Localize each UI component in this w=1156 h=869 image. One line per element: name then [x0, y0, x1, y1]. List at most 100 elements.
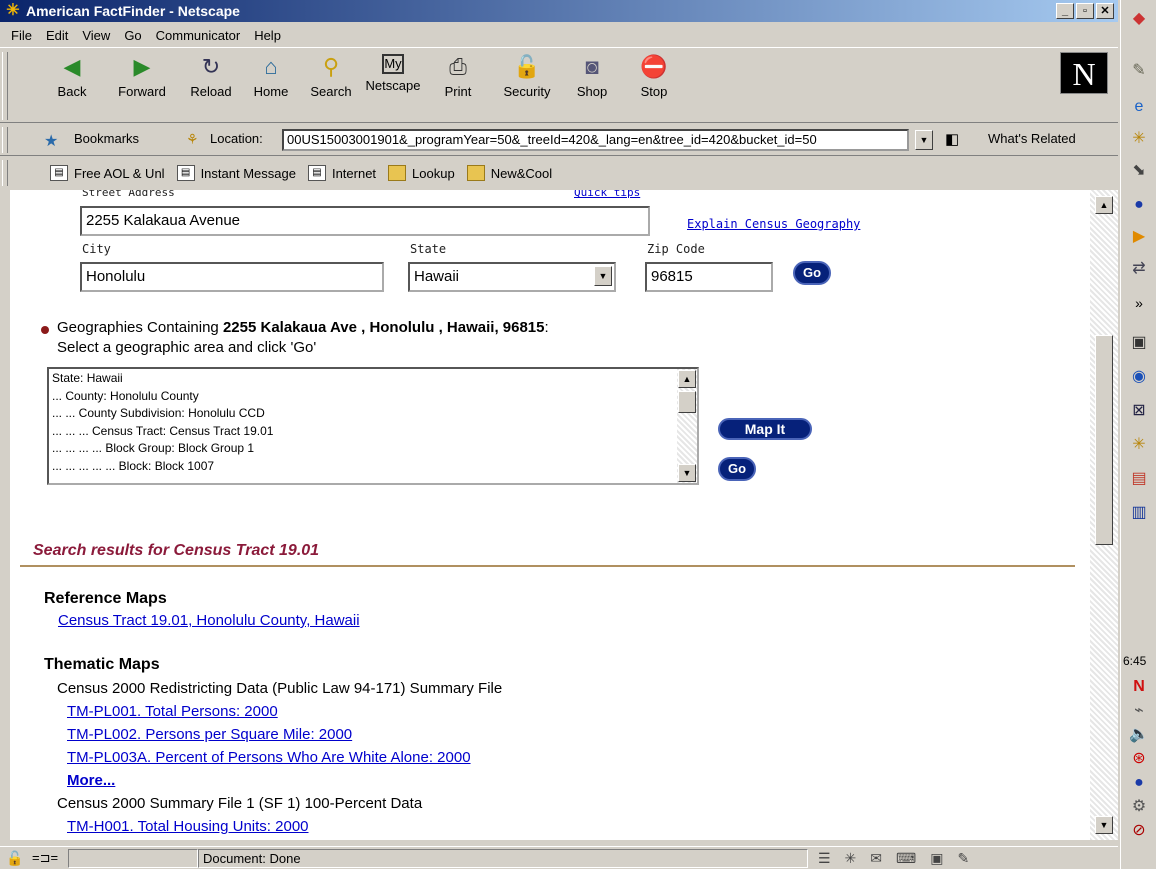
pb-instant-message[interactable]: ▤ Instant Message	[176, 165, 296, 181]
netscape-star-icon[interactable]: ✳	[1128, 128, 1150, 150]
list-item[interactable]: ... ... ... ... Block Group: Block Group…	[52, 440, 694, 458]
shortcut-icon[interactable]: ✎	[1128, 60, 1150, 82]
menu-help[interactable]: Help	[247, 28, 288, 43]
geography-listbox[interactable]: State: Hawaii ... County: Honolulu Count…	[47, 367, 699, 485]
window-title-bar: ✳ American FactFinder - Netscape _ ▫ ✕	[0, 0, 1118, 22]
pb-lookup[interactable]: Lookup	[388, 165, 455, 181]
reference-map-link[interactable]: Census Tract 19.01, Honolulu County, Haw…	[58, 612, 360, 629]
home-label: Home	[253, 84, 289, 99]
location-url-input[interactable]: 00US15003001901&_programYear=50&_treeId=…	[282, 129, 909, 151]
sf1-dataset-label: Census 2000 Summary File 1 (SF 1) 100-Pe…	[57, 795, 423, 812]
shortcut-icon[interactable]: ⬊	[1128, 160, 1150, 182]
list-item[interactable]: State: Hawaii	[52, 370, 694, 388]
security-status-icon[interactable]: 🔓	[0, 850, 32, 867]
taskbar-window-icon[interactable]: ✳	[1128, 434, 1150, 456]
reload-label: Reload	[190, 84, 232, 99]
listbox-scroll-thumb[interactable]	[678, 391, 696, 413]
tray-icon[interactable]: ⊘	[1128, 820, 1150, 842]
toolbar-grip[interactable]	[2, 52, 8, 120]
netscape-star-icon: ✳	[6, 2, 20, 19]
list-item[interactable]: ... ... County Subdivision: Honolulu CCD	[52, 405, 694, 423]
maximize-button[interactable]: ▫	[1076, 3, 1094, 19]
menu-bar: File Edit View Go Communicator Help	[0, 24, 1118, 46]
taskbar-window-icon[interactable]: ▣	[1128, 332, 1150, 354]
thematic-map-link[interactable]: TM-PL003A. Percent of Persons Who Are Wh…	[67, 749, 471, 766]
tray-icon[interactable]: ●	[1128, 772, 1150, 794]
chevron-down-icon[interactable]: ▼	[594, 266, 612, 286]
taskbar-window-icon[interactable]: ⊠	[1128, 400, 1150, 422]
component-bar-icons[interactable]: ☰✳✉⌨▣✎	[818, 850, 983, 867]
tray-icon[interactable]: ⌁	[1128, 700, 1150, 722]
menu-file[interactable]: File	[4, 28, 39, 43]
security-button[interactable]: 🔓 Security	[495, 54, 559, 99]
menu-communicator[interactable]: Communicator	[149, 28, 248, 43]
tray-icon[interactable]: ⊛	[1128, 748, 1150, 770]
more-chevron-icon[interactable]: »	[1128, 292, 1150, 314]
menu-go[interactable]: Go	[117, 28, 148, 43]
state-select[interactable]: Hawaii ▼	[408, 262, 616, 292]
personal-grip[interactable]	[2, 160, 8, 186]
explain-census-geography-link[interactable]: Explain Census Geography	[687, 217, 860, 231]
whats-related-button[interactable]: What's Related	[988, 131, 1076, 146]
menu-view[interactable]: View	[75, 28, 117, 43]
geography-go-button[interactable]: Go	[718, 457, 756, 481]
taskbar-window-icon[interactable]: ▤	[1128, 468, 1150, 490]
thematic-map-link[interactable]: TM-PL002. Persons per Square Mile: 2000	[67, 726, 352, 743]
scroll-down-icon[interactable]: ▼	[678, 464, 696, 482]
thematic-map-link[interactable]: TM-PL001. Total Persons: 2000	[67, 703, 278, 720]
scroll-down-icon[interactable]: ▼	[1095, 816, 1113, 834]
listbox-scrollbar[interactable]: ▲ ▼	[677, 369, 697, 483]
page-icon: ▤	[50, 165, 68, 181]
scroll-up-icon[interactable]: ▲	[678, 370, 696, 388]
list-item[interactable]: ... ... ... ... ... Block: Block 1007	[52, 458, 694, 476]
window-title: American FactFinder - Netscape	[26, 3, 240, 19]
divider	[20, 565, 1075, 567]
list-item[interactable]: ... ... ... Census Tract: Census Tract 1…	[52, 423, 694, 441]
back-button[interactable]: ◀ Back	[44, 54, 100, 99]
city-input[interactable]: Honolulu	[80, 262, 384, 292]
quick-tips-link[interactable]: Quick tips	[574, 190, 640, 199]
media-player-icon[interactable]: ▶	[1128, 226, 1150, 248]
shortcut-icon[interactable]: ⇄	[1128, 258, 1150, 280]
netscape-button[interactable]: My Netscape	[358, 54, 428, 93]
more-link[interactable]: More...	[67, 772, 115, 789]
location-grip[interactable]	[2, 127, 8, 153]
street-address-input[interactable]: 2255 Kalakaua Avenue	[80, 206, 650, 236]
home-button[interactable]: ⌂ Home	[243, 54, 299, 99]
progress-pane	[68, 848, 198, 868]
scroll-up-icon[interactable]: ▲	[1095, 196, 1113, 214]
search-button[interactable]: ⚲ Search	[303, 54, 359, 99]
thematic-map-link[interactable]: TM-H001. Total Housing Units: 2000	[67, 818, 309, 835]
stop-button[interactable]: ⛔ Stop	[626, 54, 682, 99]
geographies-suffix: :	[544, 319, 549, 336]
shop-button[interactable]: ◙ Shop	[564, 54, 620, 99]
location-dropdown-button[interactable]: ▼	[915, 130, 933, 150]
tray-icon[interactable]: ⚙	[1128, 796, 1150, 818]
bookmarks-button[interactable]: Bookmarks	[74, 131, 139, 146]
close-button[interactable]: ✕	[1096, 3, 1114, 19]
volume-icon[interactable]: 🔈	[1128, 724, 1150, 746]
tray-clock[interactable]: 6:45	[1123, 654, 1146, 668]
back-label: Back	[57, 84, 87, 99]
print-button[interactable]: ⎙ Print	[430, 54, 486, 99]
shortcut-icon[interactable]: ●	[1128, 194, 1150, 216]
pb-free-aol[interactable]: ▤ Free AOL & Unl	[50, 165, 165, 181]
netscape-n-tray-icon[interactable]: N	[1128, 676, 1150, 698]
address-go-button[interactable]: Go	[793, 261, 831, 285]
menu-edit[interactable]: Edit	[39, 28, 75, 43]
pb-new-cool[interactable]: New&Cool	[466, 165, 552, 181]
shortcut-icon[interactable]: ◆	[1128, 8, 1150, 30]
map-it-button[interactable]: Map It	[718, 418, 812, 440]
minimize-button[interactable]: _	[1056, 3, 1074, 19]
taskbar-window-icon[interactable]: ▥	[1128, 502, 1150, 524]
page-scrollbar[interactable]: ▲ ▼	[1090, 190, 1118, 840]
list-item[interactable]: ... County: Honolulu County	[52, 388, 694, 406]
pb-internet[interactable]: ▤ Internet	[307, 165, 376, 181]
internet-explorer-icon[interactable]: e	[1128, 96, 1150, 118]
page-scroll-thumb[interactable]	[1095, 335, 1113, 545]
reload-button[interactable]: ↻ Reload	[183, 54, 239, 99]
taskbar-window-icon[interactable]: ◉	[1128, 366, 1150, 388]
forward-button[interactable]: ▶ Forward	[114, 54, 170, 99]
netscape-logo[interactable]: N	[1060, 52, 1108, 94]
zip-code-input[interactable]: 96815	[645, 262, 773, 292]
